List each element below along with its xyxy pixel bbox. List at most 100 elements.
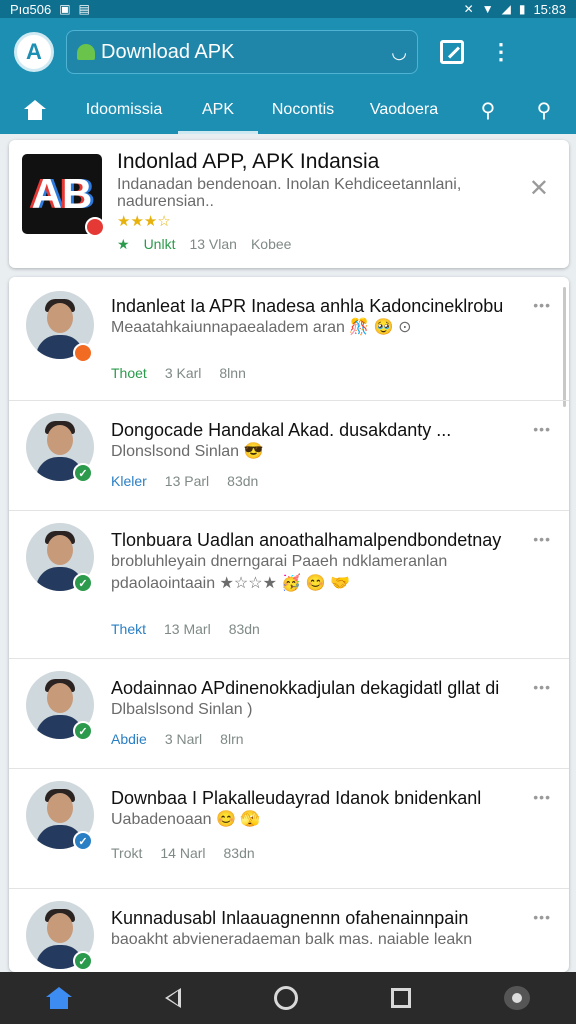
tab-label: Vaodoera — [369, 101, 439, 118]
more-options-icon[interactable]: ••• — [533, 297, 551, 313]
tab-vaodoera[interactable]: Vaodoera — [348, 86, 460, 134]
more-options-icon[interactable]: ⋮ — [490, 41, 512, 63]
verified-badge-icon: ✓ — [73, 463, 93, 483]
close-icon[interactable]: ✕ — [529, 174, 549, 203]
tab-label: Idoomissia — [85, 101, 163, 118]
post-item[interactable]: ✓ Downbaa I Plakalleudayrad Idanok bnide… — [9, 769, 569, 889]
post-item[interactable]: ✓ Aodainnao APdinenokkadjulan dekagidatl… — [9, 659, 569, 769]
post-title: Indanleat Ia APR Inadesa anhla Kadoncine… — [111, 296, 504, 316]
microphone-icon[interactable]: ◡ — [391, 42, 407, 63]
more-options-icon[interactable]: ••• — [533, 909, 551, 925]
rating-stars: ★★★☆ — [117, 213, 171, 230]
post-meta-2: 13 Marl — [164, 621, 211, 637]
tab-idoomissia[interactable]: Idoomissia — [70, 86, 178, 134]
battery-icon: ▮ — [518, 2, 526, 16]
post-description: Uabadenoaan 😊 🫣 — [111, 811, 261, 828]
wifi-icon: ▼ — [481, 2, 494, 16]
verified-badge-icon: ✓ — [73, 573, 93, 593]
post-meta: Abdie 3 Narl 8lrn — [111, 731, 244, 747]
post-title: Aodainnao APdinenokkadjulan dekagidatl g… — [111, 678, 500, 698]
verified-badge-icon: ✓ — [73, 831, 93, 851]
featured-meta-2: 13 Vlan — [189, 236, 237, 252]
tab-search[interactable]: ⚲ — [516, 86, 572, 134]
featured-app-card[interactable]: AB Indonlad APP, APK Indansia Indanadan … — [9, 140, 569, 268]
post-meta: Trokt 14 Narl 83dn — [111, 845, 255, 861]
android-icon — [77, 44, 95, 60]
status-time: 15:83 — [533, 1, 566, 17]
back-icon[interactable] — [165, 988, 182, 1008]
tab-label: APK — [201, 101, 234, 118]
status-bar: Pıɑ506 ▣ ▤ ✕ ▼ ◢ ▮ 15:83 — [0, 0, 576, 18]
post-title: Tlonbuara Uadlan anoathalhamalpendbondet… — [111, 530, 502, 550]
post-meta-3: 83dn — [223, 845, 255, 861]
post-description: Dlonslsond Sinlan 😎 — [111, 443, 264, 460]
post-meta: Kleler 13 Parl 83dn — [111, 473, 258, 489]
post-meta-2: 3 Karl — [164, 365, 202, 381]
post-meta-1: Kleler — [111, 473, 147, 489]
post-item[interactable]: ✓ Tlonbuara Uadlan anoathalhamalpendbond… — [9, 511, 569, 659]
featured-meta-1: Unlkt — [143, 236, 176, 252]
post-description: Dlbalslsond Sinlan ) — [111, 701, 253, 718]
star-icon: ★ — [117, 236, 130, 252]
tab-label: Nocontis — [271, 101, 335, 118]
mute-icon: ✕ — [463, 2, 474, 16]
verified-badge-icon: ✓ — [73, 951, 93, 971]
featured-meta-3: Kobee — [250, 236, 292, 252]
more-options-icon[interactable]: ••• — [533, 789, 551, 805]
post-item[interactable]: ✓ Dongocade Handakal Akad. dusakdanty ..… — [9, 401, 569, 511]
post-meta-3: 83dn — [228, 621, 260, 637]
app-icon[interactable]: AB — [22, 154, 105, 237]
user-search-icon: ⚲ — [480, 99, 496, 122]
post-title: Kunnadusabl Inlaauagnennn ofahenainnpain — [111, 908, 469, 928]
search-bar[interactable]: Download APK ◡ — [66, 30, 418, 74]
more-options-icon[interactable]: ••• — [533, 531, 551, 547]
post-meta: Thekt 13 Marl 83dn — [111, 621, 260, 637]
app-bar: A Download APK ◡ ⋮ — [0, 18, 576, 86]
post-description: brobluhleyain dnerngarai Paaeh ndklamera… — [111, 553, 448, 592]
post-meta-1: Trokt — [111, 845, 143, 861]
post-meta-1: Thoet — [111, 365, 147, 381]
search-icon: ⚲ — [536, 99, 552, 122]
home-icon[interactable] — [46, 987, 73, 1009]
post-item[interactable]: ✓ Kunnadusabl Inlaauagnennn ofahenainnpa… — [9, 889, 569, 972]
post-meta-2: 3 Narl — [164, 731, 203, 747]
assistant-icon[interactable] — [503, 986, 530, 1010]
app-badge-icon — [85, 217, 105, 237]
featured-meta: ★ Unlkt 13 Vlan Kobee — [117, 236, 291, 253]
tab-apk[interactable]: APK — [178, 86, 258, 134]
post-description: Meaatahkaiunnapaealadem aran 🎊 🥹 ⊙ — [111, 319, 412, 336]
post-item[interactable]: Indanleat Ia APR Inadesa anhla Kadoncine… — [9, 277, 569, 401]
post-meta: Thoet 3 Karl 8lnn — [111, 365, 246, 381]
home-icon — [24, 100, 46, 120]
featured-description: Indanadan bendenoan. Inolan Kehdiceetann… — [117, 176, 462, 210]
post-title: Dongocade Handakal Akad. dusakdanty ... — [111, 420, 452, 440]
tab-nocontis[interactable]: Nocontis — [258, 86, 348, 134]
verified-badge-icon: ✓ — [73, 721, 93, 741]
download-notification-icon: ▤ — [78, 2, 90, 16]
more-options-icon[interactable]: ••• — [533, 421, 551, 437]
post-meta-3: 8lrn — [220, 731, 244, 747]
search-input[interactable]: Download APK — [101, 41, 391, 64]
post-meta-2: 14 Narl — [160, 845, 206, 861]
post-meta-3: 8lnn — [219, 365, 246, 381]
signal-icon: ◢ — [501, 2, 511, 16]
navigation-bar — [0, 972, 576, 1024]
post-feed: Indanleat Ia APR Inadesa anhla Kadoncine… — [9, 277, 569, 972]
post-meta-2: 13 Parl — [164, 473, 210, 489]
featured-title: Indonlad APP, APK Indansia — [117, 150, 380, 173]
verified-badge-icon — [73, 343, 93, 363]
app-logo-icon[interactable]: A — [14, 32, 54, 72]
edit-icon[interactable] — [440, 40, 464, 64]
recents-icon[interactable] — [390, 988, 411, 1008]
home-circle-icon[interactable] — [273, 986, 298, 1010]
post-meta-1: Thekt — [111, 621, 147, 637]
tab-home[interactable] — [0, 86, 70, 134]
post-title: Downbaa I Plakalleudayrad Idanok bnidenk… — [111, 788, 482, 808]
status-left-text: Pıɑ506 — [10, 1, 52, 17]
app-icon-glyph: AB — [31, 170, 93, 217]
post-description: baoakht abvieneradaeman balk mas. naiabl… — [111, 931, 473, 948]
more-options-icon[interactable]: ••• — [533, 679, 551, 695]
post-meta-1: Abdie — [111, 731, 147, 747]
post-meta-3: 83dn — [227, 473, 259, 489]
tab-user-search[interactable]: ⚲ — [460, 86, 516, 134]
